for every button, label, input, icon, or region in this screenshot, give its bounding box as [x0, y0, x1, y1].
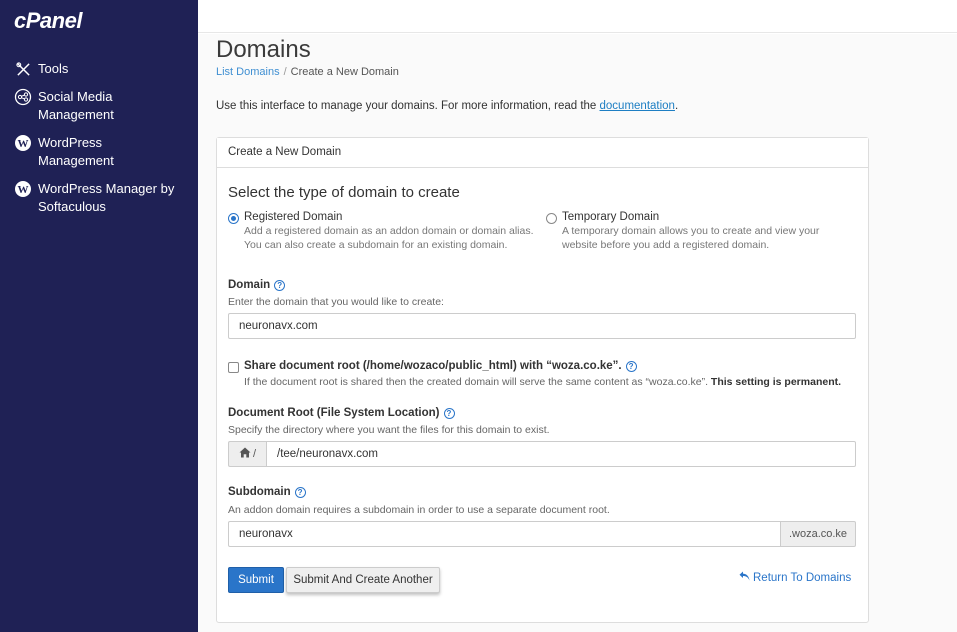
document-root-help-text: Specify the directory where you want the…	[228, 424, 550, 436]
sidebar-item-label: WordPress Manager by Softaculous	[38, 180, 174, 216]
subdomain-help-text: An addon domain requires a subdomain in …	[228, 504, 610, 516]
radio-registered-desc-1: Add a registered domain as an addon doma…	[244, 225, 534, 237]
document-root-prefix: /	[228, 441, 266, 467]
wordpress-icon: W	[13, 134, 33, 152]
share-document-root-row: Share document root (/home/wozaco/public…	[228, 360, 637, 373]
document-root-prefix-slash: /	[252, 448, 257, 460]
subdomain-input[interactable]: neuronavx	[228, 521, 781, 547]
domain-label: Domain ?	[228, 279, 286, 291]
sidebar-item-wordpress-management[interactable]: W WordPress Management	[0, 132, 198, 178]
radio-registered-text: Registered Domain Add a registered domai…	[244, 211, 534, 252]
subdomain-label-text: Subdomain	[228, 486, 291, 498]
sidebar-item-label-line1: Social Media	[38, 89, 113, 104]
radio-temporary-domain[interactable]: Temporary Domain A temporary domain allo…	[546, 211, 819, 252]
svg-text:W: W	[18, 138, 29, 150]
submit-button[interactable]: Submit	[228, 567, 284, 593]
share-document-root-label-text: Share document root (/home/wozaco/public…	[244, 360, 622, 372]
radio-button-temporary[interactable]	[546, 213, 557, 224]
document-root-label: Document Root (File System Location) ?	[228, 407, 455, 419]
help-icon[interactable]: ?	[274, 279, 286, 291]
documentation-link[interactable]: documentation	[600, 100, 675, 112]
share-document-root-checkbox[interactable]	[228, 362, 239, 373]
sidebar-item-label-line2: Management	[38, 107, 114, 122]
sidebar-item-label-line2: Management	[38, 153, 114, 168]
radio-temporary-text: Temporary Domain A temporary domain allo…	[562, 211, 819, 252]
cpanel-logo[interactable]: cPanel	[14, 8, 82, 34]
sidebar-item-label: WordPress Management	[38, 134, 114, 170]
document-root-input-group: / /tee/neuronavx.com	[228, 441, 856, 467]
social-media-icon	[13, 88, 33, 106]
tools-icon	[13, 60, 33, 78]
document-root-label-text: Document Root (File System Location)	[228, 407, 440, 419]
subdomain-suffix: .woza.co.ke	[781, 521, 856, 547]
document-root-input[interactable]: /tee/neuronavx.com	[266, 441, 856, 467]
subdomain-label: Subdomain ?	[228, 486, 306, 498]
help-icon[interactable]: ?	[625, 360, 637, 372]
help-icon[interactable]: ?	[443, 407, 455, 419]
breadcrumb-link-list-domains[interactable]: List Domains	[216, 66, 280, 78]
intro-text-end: .	[674, 100, 679, 112]
sidebar-item-wordpress-manager-softaculous[interactable]: W WordPress Manager by Softaculous	[0, 178, 198, 224]
breadcrumb: List Domains / Create a New Domain	[216, 66, 399, 78]
wordpress-icon: W	[13, 180, 33, 198]
domain-input[interactable]: neuronavx.com	[228, 313, 856, 339]
radio-registered-domain[interactable]: Registered Domain Add a registered domai…	[228, 211, 534, 252]
share-document-root-label[interactable]: Share document root (/home/wozaco/public…	[244, 360, 637, 372]
main-content: Domains List Domains / Create a New Domain…	[198, 34, 957, 632]
radio-registered-desc-2: You can also create a subdomain for an e…	[244, 239, 508, 251]
sidebar-item-label: Tools	[38, 61, 69, 76]
sidebar-item-label-line1: WordPress Manager by	[38, 181, 175, 196]
domain-help-text: Enter the domain that you would like to …	[228, 296, 444, 308]
share-document-root-desc-text: If the document root is shared then the …	[244, 376, 711, 388]
sidebar-item-label-line1: WordPress	[38, 135, 103, 150]
radio-temporary-label: Temporary Domain	[562, 211, 660, 223]
sidebar-item-social-media-management[interactable]: Social Media Management	[0, 86, 198, 132]
section-title: Select the type of domain to create	[228, 184, 460, 201]
create-domain-panel: Create a New Domain Select the type of d…	[216, 137, 869, 623]
return-to-domains-link[interactable]: Return To Domains	[739, 571, 851, 584]
breadcrumb-current: Create a New Domain	[290, 66, 399, 78]
page-title: Domains	[216, 36, 311, 63]
share-document-root-permanent: This setting is permanent.	[710, 376, 842, 388]
radio-temporary-desc-2: website before you add a registered doma…	[562, 239, 770, 251]
return-to-domains-label: Return To Domains	[753, 571, 852, 584]
help-icon[interactable]: ?	[294, 486, 306, 498]
panel-heading: Create a New Domain	[217, 138, 868, 168]
intro-text-body: Use this interface to manage your domain…	[216, 100, 600, 112]
domain-label-text: Domain	[228, 279, 271, 291]
submit-and-create-another-button[interactable]: Submit And Create Another	[286, 567, 440, 593]
breadcrumb-separator: /	[283, 66, 287, 78]
svg-text:W: W	[18, 184, 29, 196]
intro-text: Use this interface to manage your domain…	[216, 100, 678, 112]
radio-temporary-desc-1: A temporary domain allows you to create …	[562, 225, 820, 237]
top-bar	[198, 0, 957, 33]
sidebar: cPanel Tools Social Media Management W W…	[0, 0, 198, 632]
share-document-root-desc: If the document root is shared then the …	[244, 376, 841, 388]
radio-registered-label: Registered Domain	[244, 211, 343, 223]
subdomain-input-group: neuronavx .woza.co.ke	[228, 521, 856, 547]
sidebar-item-label-line2: Softaculous	[38, 199, 106, 214]
sidebar-item-tools[interactable]: Tools	[0, 58, 198, 86]
home-icon	[239, 447, 251, 461]
radio-button-registered[interactable]	[228, 213, 239, 224]
sidebar-nav: Tools Social Media Management W WordPres…	[0, 58, 198, 224]
sidebar-item-label: Social Media Management	[38, 88, 114, 124]
return-arrow-icon	[739, 571, 753, 584]
